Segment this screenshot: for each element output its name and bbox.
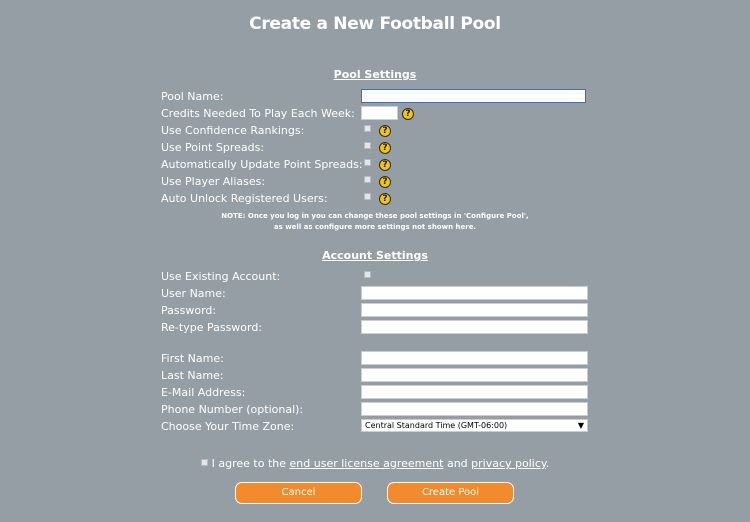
agreement-prefix: I agree to the	[211, 457, 290, 470]
existing-account-row: Use Existing Account:	[161, 268, 601, 285]
dropdown-arrow-icon: ▼	[577, 421, 584, 430]
aliases-label: Use Player Aliases:	[161, 175, 266, 188]
pool-settings-heading: Pool Settings	[333, 68, 417, 81]
agreement-row: I agree to the end user license agreemen…	[0, 457, 750, 470]
auto-update-row: Automatically Update Point Spreads: ?	[161, 156, 601, 173]
account-settings-heading: Account Settings	[322, 249, 428, 262]
pool-name-row: Pool Name:	[161, 88, 601, 105]
pool-name-label: Pool Name:	[161, 90, 224, 103]
auto-unlock-help-icon[interactable]: ?	[379, 193, 391, 205]
credits-row: Credits Needed To Play Each Week: ?	[161, 105, 601, 122]
existing-account-label: Use Existing Account:	[161, 270, 281, 283]
agreement-checkbox[interactable]	[200, 459, 208, 466]
page-title: Create a New Football Pool	[249, 14, 501, 34]
first-name-label: First Name:	[161, 352, 224, 365]
user-name-row: User Name:	[161, 285, 601, 302]
credits-help-icon[interactable]: ?	[402, 108, 414, 120]
last-name-label: Last Name:	[161, 369, 224, 382]
retype-password-input[interactable]	[361, 320, 588, 334]
auto-update-checkbox[interactable]	[364, 159, 371, 166]
aliases-help-icon[interactable]: ?	[379, 176, 391, 188]
last-name-input[interactable]	[361, 368, 588, 382]
time-zone-selected-value: Central Standard Time (GMT-06:00)	[365, 421, 508, 430]
retype-password-row: Re-type Password:	[161, 319, 601, 336]
user-name-input[interactable]	[361, 286, 588, 300]
phone-label: Phone Number (optional):	[161, 403, 304, 416]
existing-account-checkbox[interactable]	[364, 271, 371, 278]
credits-label: Credits Needed To Play Each Week:	[161, 107, 355, 120]
point-spreads-checkbox[interactable]	[364, 142, 371, 149]
phone-input[interactable]	[361, 402, 588, 416]
first-name-row: First Name:	[161, 350, 601, 367]
agreement-middle: and	[443, 457, 472, 470]
retype-password-label: Re-type Password:	[161, 321, 263, 334]
first-name-input[interactable]	[361, 351, 588, 365]
point-spreads-label: Use Point Spreads:	[161, 141, 265, 154]
time-zone-row: Choose Your Time Zone: Central Standard …	[161, 418, 601, 435]
aliases-row: Use Player Aliases: ?	[161, 173, 601, 190]
phone-row: Phone Number (optional):	[161, 401, 601, 418]
pool-name-input[interactable]	[361, 89, 586, 103]
pool-settings-note-line2: as well as configure more settings not s…	[273, 223, 477, 231]
last-name-row: Last Name:	[161, 367, 601, 384]
privacy-policy-link[interactable]: privacy policy	[471, 457, 546, 470]
auto-unlock-checkbox[interactable]	[364, 193, 371, 200]
email-row: E-Mail Address:	[161, 384, 601, 401]
password-input[interactable]	[361, 303, 588, 317]
auto-update-label: Automatically Update Point Spreads:	[161, 158, 363, 171]
agreement-suffix: .	[545, 457, 550, 470]
pool-settings-note-line1: NOTE: Once you log in you can change the…	[221, 212, 529, 220]
point-spreads-row: Use Point Spreads: ?	[161, 139, 601, 156]
email-label: E-Mail Address:	[161, 386, 246, 399]
password-label: Password:	[161, 304, 217, 317]
create-pool-button[interactable]: Create Pool	[387, 482, 514, 504]
time-zone-label: Choose Your Time Zone:	[161, 420, 295, 433]
cancel-button[interactable]: Cancel	[235, 482, 362, 504]
credits-input[interactable]	[361, 106, 398, 120]
aliases-checkbox[interactable]	[364, 176, 371, 183]
confidence-label: Use Confidence Rankings:	[161, 124, 305, 137]
user-name-label: User Name:	[161, 287, 226, 300]
confidence-checkbox[interactable]	[364, 125, 371, 132]
auto-unlock-row: Auto Unlock Registered Users: ?	[161, 190, 601, 207]
email-input[interactable]	[361, 385, 588, 399]
confidence-help-icon[interactable]: ?	[379, 125, 391, 137]
time-zone-select[interactable]: Central Standard Time (GMT-06:00) ▼	[361, 419, 588, 432]
point-spreads-help-icon[interactable]: ?	[379, 142, 391, 154]
eula-link[interactable]: end user license agreement	[290, 457, 444, 470]
password-row: Password:	[161, 302, 601, 319]
auto-update-help-icon[interactable]: ?	[379, 159, 391, 171]
confidence-row: Use Confidence Rankings: ?	[161, 122, 601, 139]
auto-unlock-label: Auto Unlock Registered Users:	[161, 192, 328, 205]
